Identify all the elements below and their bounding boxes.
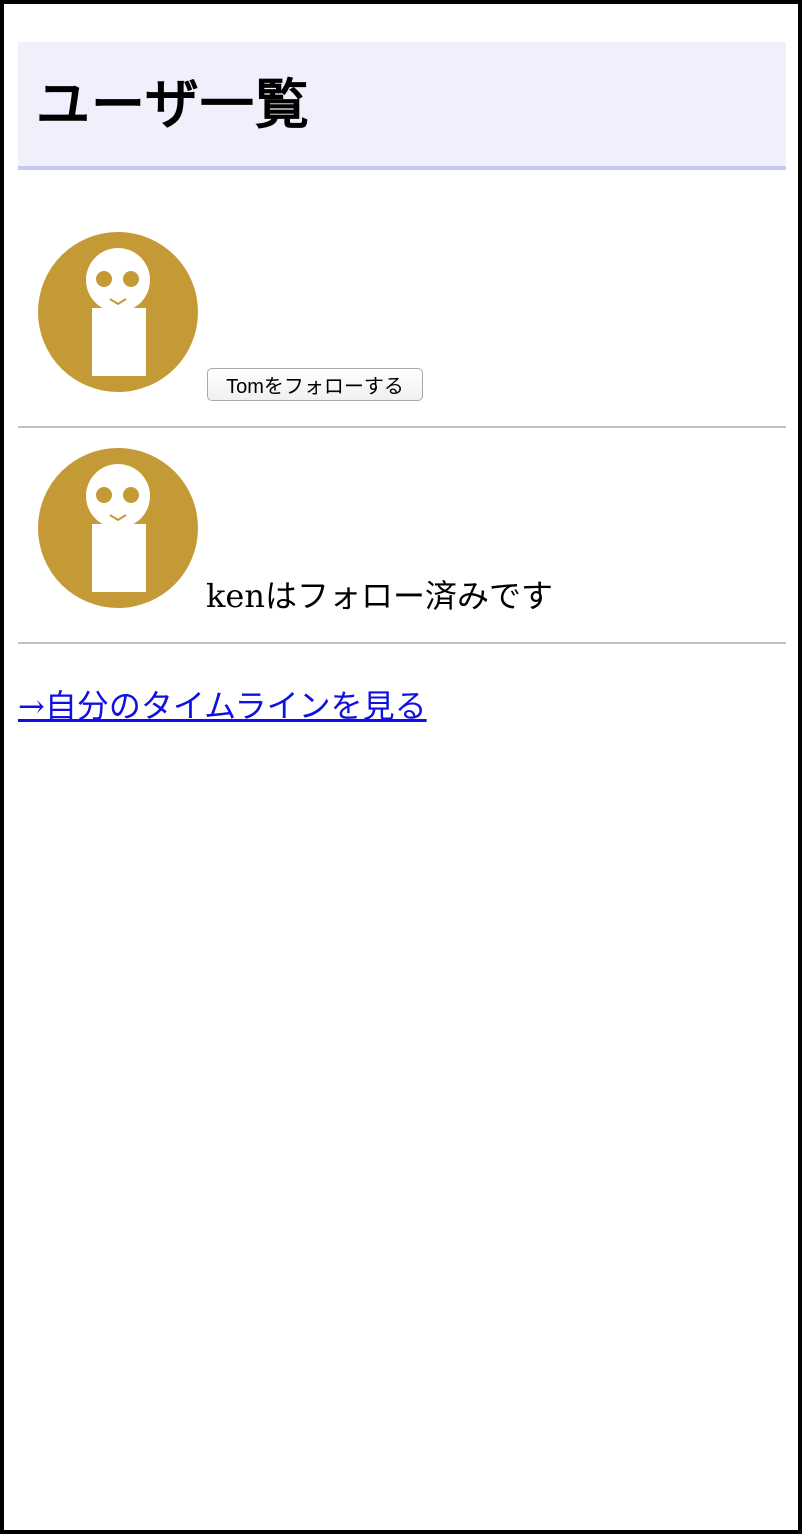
- page-header: ユーザ一覧: [18, 42, 786, 170]
- user-list: Tomをフォローする kenはフォロー済みです: [18, 232, 786, 644]
- my-timeline-link[interactable]: →自分のタイムラインを見る: [18, 684, 427, 728]
- page-title: ユーザ一覧: [36, 72, 310, 136]
- user-row: kenはフォロー済みです: [18, 448, 786, 644]
- followed-status-text: kenはフォロー済みです: [206, 577, 553, 615]
- page: ユーザ一覧 Tomをフォローする kenはフォロー済みです →自分のタイムライン…: [18, 42, 786, 728]
- user-avatar-icon: [38, 232, 198, 392]
- user-row: Tomをフォローする: [18, 232, 786, 428]
- follow-tom-button[interactable]: Tomをフォローする: [207, 368, 423, 401]
- user-avatar-icon: [38, 448, 198, 608]
